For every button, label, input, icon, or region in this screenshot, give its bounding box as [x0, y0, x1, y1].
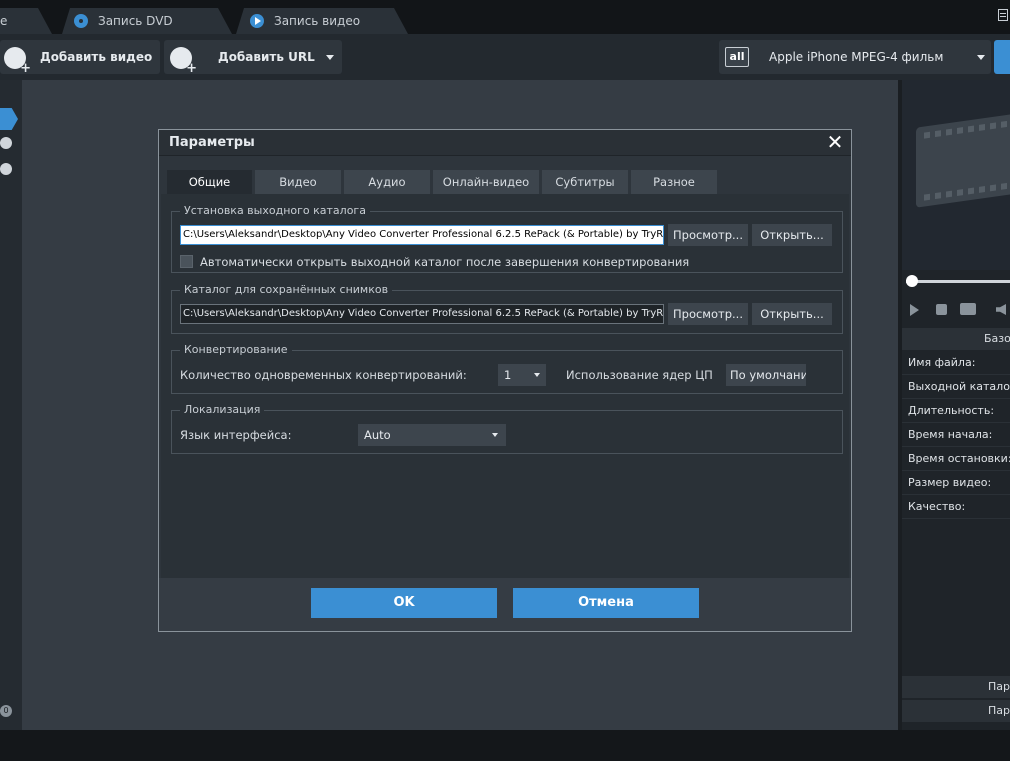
prop-stop-time: Время остановки:: [902, 447, 1010, 471]
interface-language-value: Auto: [364, 428, 391, 442]
chevron-down-icon: [534, 373, 540, 377]
general-settings-panel: Установка выходного каталога C:\Users\Al…: [161, 194, 849, 578]
tab-burn-dvd[interactable]: Запись DVD: [62, 8, 232, 34]
disc-icon: [74, 14, 88, 28]
chevron-down-icon[interactable]: [0, 137, 12, 149]
conversion-group-title: Конвертирование: [180, 343, 292, 357]
cpu-cores-value: По умолчанию: [730, 368, 806, 382]
add-video-icon: [4, 47, 31, 75]
interface-language-select[interactable]: Auto: [358, 424, 506, 446]
dialog-title-bar[interactable]: Параметры ✕: [159, 130, 851, 156]
snapshot-open-button[interactable]: Открыть...: [752, 303, 832, 325]
interface-language-label: Язык интерфейса:: [180, 428, 292, 442]
chevron-down-icon[interactable]: [0, 163, 12, 175]
simultaneous-conversions-select[interactable]: 1: [498, 364, 546, 386]
tab-audio[interactable]: Аудио: [344, 170, 430, 194]
tab-misc[interactable]: Разное: [631, 170, 717, 194]
properties-header: Базо: [902, 328, 1010, 350]
prop-output-folder: Выходной каталог:: [902, 375, 1010, 399]
chevron-down-icon: [492, 433, 498, 437]
tab-online-video[interactable]: Онлайн-видео: [433, 170, 539, 194]
player-controls: [910, 302, 1010, 318]
snapshot-browse-button[interactable]: Просмотр...: [668, 303, 748, 325]
play-icon: [250, 14, 264, 28]
conversion-group: Конвертирование Количество одновременных…: [171, 343, 843, 394]
params-section-2[interactable]: Пар: [902, 700, 1010, 722]
main-toolbar: Добавить видео Добавить URL all Apple iP…: [0, 34, 1010, 98]
format-all-icon: all: [725, 47, 749, 67]
add-url-label: Добавить URL: [218, 50, 315, 64]
output-browse-button[interactable]: Просмотр...: [668, 224, 748, 246]
prop-duration: Длительность:: [902, 399, 1010, 423]
tab-record-video[interactable]: Запись видео: [236, 8, 408, 34]
left-sidebar: 0: [0, 80, 22, 730]
menu-icon[interactable]: [998, 9, 1008, 21]
top-tab-bar: е Запись DVD Запись видео: [0, 0, 1010, 34]
stop-icon[interactable]: [936, 304, 947, 315]
output-folder-input[interactable]: C:\Users\Aleksandr\Desktop\Any Video Con…: [180, 225, 664, 245]
count-badge: 0: [0, 705, 12, 717]
output-folder-group: Установка выходного каталога C:\Users\Al…: [171, 204, 843, 273]
tab-convert-label: е: [0, 14, 8, 28]
prop-file-name: Имя файла:: [902, 351, 1010, 375]
output-open-button[interactable]: Открыть...: [752, 224, 832, 246]
video-preview: [902, 80, 1010, 270]
add-url-button[interactable]: Добавить URL: [164, 40, 342, 75]
add-url-globe-icon: [170, 47, 197, 75]
prop-start-time: Время начала:: [902, 423, 1010, 447]
seek-handle[interactable]: [906, 275, 918, 287]
snapshot-folder-group: Каталог для сохранённых снимков C:\Users…: [171, 283, 843, 334]
add-video-label: Добавить видео: [40, 50, 153, 64]
camera-icon[interactable]: [960, 303, 976, 315]
tab-burn-dvd-label: Запись DVD: [98, 14, 173, 28]
dialog-title: Параметры: [169, 135, 255, 150]
snapshot-folder-group-title: Каталог для сохранённых снимков: [180, 283, 393, 297]
ok-button[interactable]: OK: [311, 588, 497, 618]
convert-now-button[interactable]: [994, 40, 1010, 74]
parameters-dialog: Параметры ✕ Общие Видео Аудио Онлайн-вид…: [158, 129, 852, 632]
close-icon[interactable]: ✕: [825, 132, 845, 152]
expand-arrow-icon[interactable]: [0, 108, 18, 130]
localization-group: Локализация Язык интерфейса: Auto: [171, 403, 843, 454]
seek-bar[interactable]: [906, 275, 1010, 287]
chevron-down-icon: [977, 55, 985, 60]
auto-open-label: Автоматически открыть выходной каталог п…: [200, 255, 690, 269]
dialog-footer: OK Отмена: [159, 578, 851, 631]
tab-record-video-label: Запись видео: [274, 14, 361, 28]
add-video-button[interactable]: Добавить видео: [0, 40, 160, 75]
tab-convert[interactable]: е: [0, 8, 52, 34]
tab-subtitles[interactable]: Субтитры: [542, 170, 628, 194]
tab-video[interactable]: Видео: [255, 170, 341, 194]
output-format-select[interactable]: all Apple iPhone MPEG-4 фильм (*.mp4): [719, 40, 991, 98]
params-section-1[interactable]: Пар: [902, 676, 1010, 698]
volume-icon[interactable]: [996, 304, 1006, 315]
chevron-down-icon[interactable]: [326, 55, 334, 60]
prop-video-size: Размер видео:: [902, 471, 1010, 495]
snapshot-folder-input[interactable]: C:\Users\Aleksandr\Desktop\Any Video Con…: [180, 304, 664, 324]
cancel-button[interactable]: Отмена: [513, 588, 699, 618]
tab-general[interactable]: Общие: [167, 170, 252, 194]
cpu-cores-label: Использование ядер ЦП: [566, 368, 713, 382]
simultaneous-conversions-label: Количество одновременных конвертирований…: [180, 368, 467, 382]
cpu-cores-select[interactable]: По умолчанию: [726, 364, 806, 386]
auto-open-checkbox[interactable]: [180, 255, 193, 268]
status-bar: [0, 730, 1010, 761]
play-icon[interactable]: [910, 304, 919, 316]
output-folder-group-title: Установка выходного каталога: [180, 204, 370, 218]
right-panel: Базо Имя файла: Выходной каталог: Длител…: [902, 80, 1010, 730]
prop-quality: Качество:: [902, 495, 1010, 519]
localization-group-title: Локализация: [180, 403, 265, 417]
film-strip-icon: [916, 112, 1010, 208]
